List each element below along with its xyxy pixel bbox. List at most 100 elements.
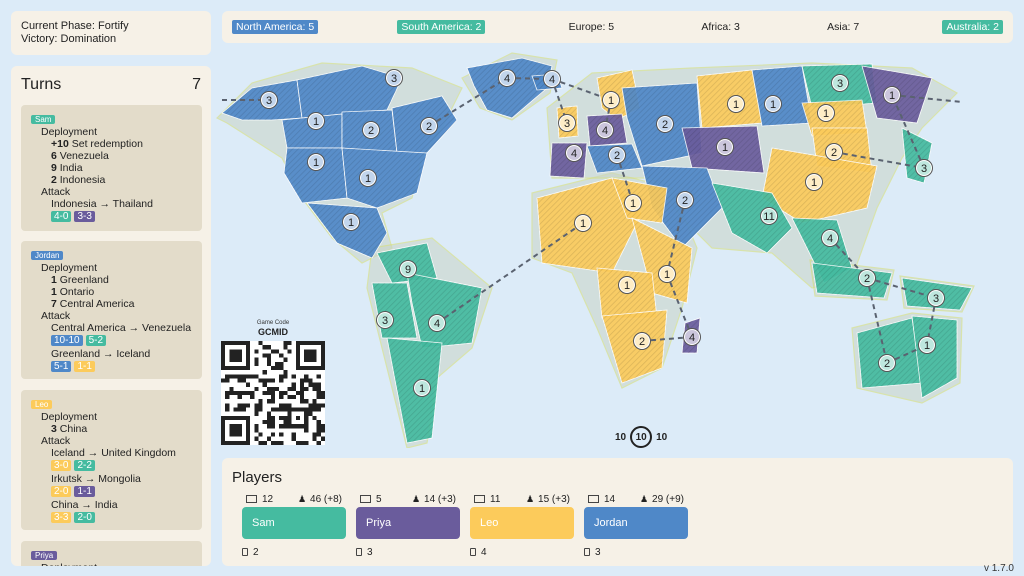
army-count: 1 — [580, 218, 586, 230]
army-count: 2 — [831, 147, 837, 159]
card-icon — [356, 548, 362, 556]
army-marker[interactable]: 2 — [858, 269, 876, 287]
army-count: 2 — [682, 195, 688, 207]
army-total: 46 (+8) — [310, 493, 342, 505]
army-marker[interactable]: 4 — [683, 328, 701, 346]
player-button[interactable]: Priya — [356, 507, 460, 539]
continent-bonus: Europe: 5 — [568, 21, 615, 33]
army-count: 4 — [602, 125, 608, 137]
turn-card: Jordan Deployment 1 Greenland 1 Ontario 7 Ce… — [21, 241, 202, 379]
deployment-territory: Ontario — [59, 286, 95, 298]
army-marker[interactable]: 2 — [608, 146, 626, 164]
territory-count: 11 — [490, 493, 501, 505]
world-map-svg[interactable]: 33 412 211141344 221 13111 213211493 4111112 42… — [212, 48, 1012, 449]
army-total: 15 (+3) — [538, 493, 570, 505]
dice-results: 2-0 1-1 — [31, 486, 192, 497]
army-marker[interactable]: 1 — [307, 153, 325, 171]
army-marker[interactable]: 2 — [633, 332, 651, 350]
army-marker[interactable]: 4 — [498, 69, 516, 87]
army-marker[interactable]: 1 — [918, 336, 936, 354]
army-count: 9 — [405, 264, 411, 276]
army-count: 3 — [933, 293, 939, 305]
territory-stat: 5 — [360, 494, 382, 505]
army-marker[interactable]: 3 — [558, 114, 576, 132]
deployment-item: 3 China — [31, 423, 192, 435]
map-icon — [588, 494, 599, 503]
army-marker[interactable]: 3 — [385, 69, 403, 87]
deployment-count: 6 — [51, 150, 57, 162]
army-marker[interactable]: 1 — [307, 112, 325, 130]
territory-count: 5 — [376, 493, 382, 505]
army-marker[interactable]: 4 — [428, 314, 446, 332]
army-marker[interactable]: 2 — [362, 121, 380, 139]
territory[interactable] — [341, 147, 428, 209]
army-count: 1 — [811, 177, 817, 189]
deployment-count: 7 — [51, 298, 57, 310]
army-marker[interactable]: 1 — [658, 265, 676, 283]
army-marker[interactable]: 4 — [596, 121, 614, 139]
player-stats: 14 ♟ 29 (+9) — [584, 492, 688, 506]
continent-bonus: South America: 2 — [397, 20, 486, 34]
deployment-heading: Deployment — [41, 411, 98, 423]
army-marker[interactable]: 4 — [565, 144, 583, 162]
army-marker[interactable]: 1 — [764, 95, 782, 113]
continent-bonus: North America: 5 — [232, 20, 319, 34]
reinforcement-indicator: 10 10 10 — [615, 426, 667, 448]
turn-player-badge: Priya — [31, 551, 58, 560]
army-marker[interactable]: 2 — [878, 354, 896, 372]
army-marker[interactable]: 1 — [716, 138, 734, 156]
army-marker[interactable]: 3 — [260, 91, 278, 109]
army-marker[interactable]: 4 — [821, 229, 839, 247]
player-button[interactable]: Sam — [242, 507, 346, 539]
army-marker[interactable]: 3 — [915, 159, 933, 177]
army-marker[interactable]: 1 — [342, 213, 360, 231]
turns-panel[interactable]: Turns 7 Sam Deployment +10 Set redemption 6… — [11, 66, 211, 566]
turn-player-badge: Leo — [31, 400, 53, 409]
army-count: 2 — [662, 119, 668, 131]
army-count: 1 — [924, 340, 930, 352]
army-marker[interactable]: 11 — [760, 207, 778, 225]
army-count: 2 — [426, 121, 432, 133]
army-marker[interactable]: 9 — [399, 260, 417, 278]
army-marker[interactable]: 3 — [927, 289, 945, 307]
qr-code-icon[interactable] — [221, 341, 325, 445]
army-marker[interactable]: 4 — [543, 70, 561, 88]
army-marker[interactable]: 1 — [805, 173, 823, 191]
army-marker[interactable]: 2 — [656, 115, 674, 133]
army-marker[interactable]: 2 — [676, 191, 694, 209]
player-button[interactable]: Leo — [470, 507, 574, 539]
army-count: 4 — [504, 73, 510, 85]
territory-count: 14 — [604, 493, 616, 505]
army-marker[interactable]: 1 — [727, 95, 745, 113]
army-marker[interactable]: 2 — [825, 143, 843, 161]
army-marker[interactable]: 3 — [831, 74, 849, 92]
world-map[interactable]: 3 3 4 1 2 2 1 1 1 4 1 3 4 4 2 2 1 1 3 1 1 1 2 1 3 2 11 4 9 3 4 1 1 1 1 1 2 4 2… — [212, 48, 1012, 449]
dice-roll: 3-3 — [51, 512, 72, 523]
army-marker[interactable]: 3 — [376, 311, 394, 329]
territory[interactable] — [601, 309, 668, 384]
army-count: 1 — [889, 90, 895, 102]
territory[interactable] — [751, 65, 813, 127]
army-marker[interactable]: 2 — [420, 117, 438, 135]
army-marker[interactable]: 1 — [817, 104, 835, 122]
army-marker[interactable]: 1 — [602, 91, 620, 109]
current-phase: Current Phase: Fortify — [21, 20, 129, 32]
deployment-territory: China — [59, 423, 88, 435]
army-marker[interactable]: 1 — [624, 194, 642, 212]
army-marker[interactable]: 1 — [618, 276, 636, 294]
soldier-icon: ♟ — [639, 493, 649, 504]
army-marker[interactable]: 1 — [883, 86, 901, 104]
army-marker[interactable]: 1 — [574, 214, 592, 232]
player-stats: 11 ♟ 15 (+3) — [470, 492, 574, 506]
player-stats: 5 ♟ 14 (+3) — [356, 492, 460, 506]
army-marker[interactable]: 1 — [359, 169, 377, 187]
army-count: 3 — [382, 315, 388, 327]
players-panel: Players 12 ♟ 46 (+8) Sam 2 5 ♟ 14 (+3) Priya 3 11 ♟… — [222, 458, 1013, 566]
army-count: 4 — [549, 74, 555, 86]
deployment-count: 9 — [51, 162, 57, 174]
player-button[interactable]: Jordan — [584, 507, 688, 539]
army-marker[interactable]: 1 — [413, 379, 431, 397]
deployment-item: 7 Central America — [31, 298, 192, 310]
dice-roll: 2-0 — [74, 512, 95, 523]
army-count: 2 — [639, 336, 645, 348]
